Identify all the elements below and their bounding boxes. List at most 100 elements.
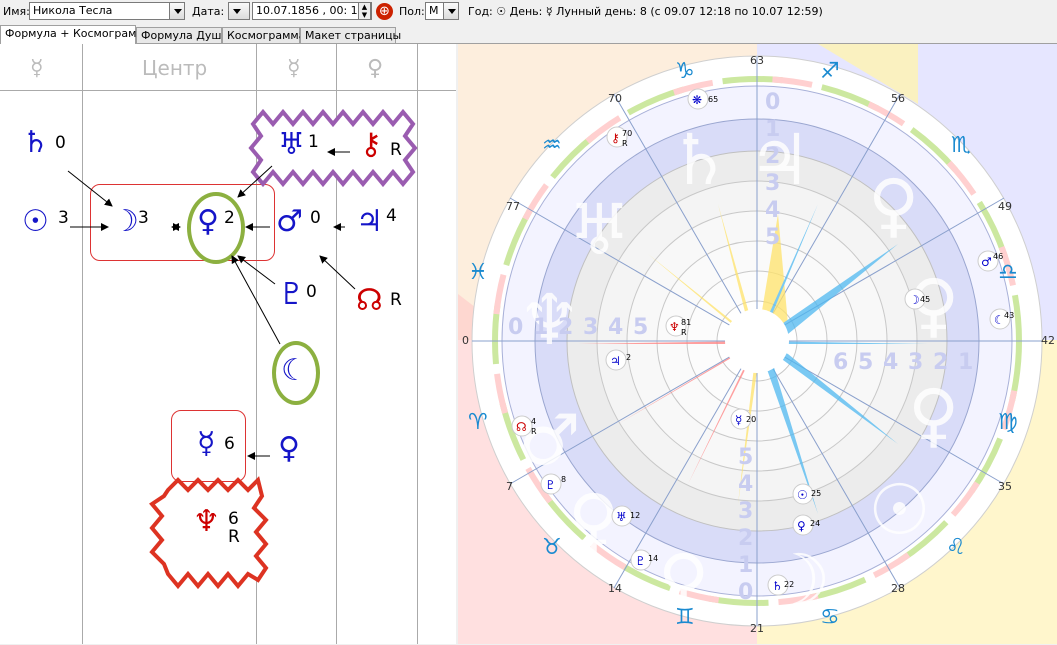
tab-soul-formula[interactable]: Формула Души: [136, 27, 229, 43]
svg-text:♄: ♄: [668, 119, 731, 201]
cancer-sign: ♋: [820, 605, 840, 630]
svg-text:2: 2: [626, 353, 631, 362]
scorpio-sign: ♏: [951, 133, 971, 158]
date-label: Дата:: [192, 5, 225, 18]
moon-glyph: ☽: [112, 204, 139, 239]
name-dropdown-button[interactable]: [169, 2, 185, 20]
svg-text:☽: ☽: [909, 293, 920, 307]
mars-value: 0: [310, 208, 321, 228]
svg-text:3: 3: [765, 171, 780, 196]
aries-sign: ♈: [468, 410, 488, 435]
svg-text:R: R: [622, 139, 628, 148]
svg-text:2: 2: [933, 350, 948, 375]
node-glyph: ☊: [356, 283, 383, 318]
calendar-dropdown-button[interactable]: [228, 2, 250, 20]
status-text: Год: ☉ День: ☿ Лунный день: 8 (с 09.07 1…: [468, 5, 823, 18]
svg-text:5: 5: [738, 445, 753, 470]
svg-text:☉: ☉: [868, 469, 931, 551]
svg-text:43: 43: [1004, 311, 1014, 320]
date-spin-button[interactable]: ▲ ▼: [358, 2, 371, 20]
globe-icon[interactable]: ⊕: [376, 3, 393, 20]
pluto-glyph: ♇: [278, 277, 305, 312]
svg-text:6: 6: [833, 350, 848, 375]
neptune-retro: R: [228, 527, 240, 547]
svg-text:♂: ♂: [981, 255, 992, 269]
svg-text:2: 2: [765, 144, 780, 169]
neptune-value: 6: [228, 509, 239, 529]
svg-text:♅: ♅: [616, 510, 627, 524]
chiron-retro: R: [390, 140, 402, 160]
svg-text:0: 0: [765, 90, 780, 115]
degree-label-56: 56: [891, 92, 905, 105]
degree-label-63: 63: [750, 54, 764, 67]
svg-text:♂: ♂: [518, 399, 581, 481]
uranus-value: 1: [308, 132, 319, 152]
svg-text:22: 22: [784, 580, 794, 589]
svg-text:5: 5: [765, 225, 780, 250]
svg-text:3: 3: [908, 350, 923, 375]
moon-value: 3: [138, 208, 149, 228]
svg-text:45: 45: [920, 295, 930, 304]
degree-label-70: 70: [608, 92, 622, 105]
cosmogram-chart: ♄ ♃ ♀♀ ♀☉ ♀♀ ♂♆ ♅☽ 012 345 654 321 012 34…: [458, 44, 1057, 644]
gender-label: Пол:: [399, 5, 425, 18]
degree-label-0: 0: [462, 334, 469, 347]
svg-text:R: R: [681, 328, 687, 337]
saturn-value: 0: [55, 133, 66, 153]
date-field[interactable]: 10.07.1856 , 00: 16: 17: [252, 2, 372, 20]
svg-text:2: 2: [738, 526, 753, 551]
svg-text:☿: ☿: [735, 413, 742, 427]
svg-text:24: 24: [810, 519, 820, 528]
svg-text:☉: ☉: [797, 488, 808, 502]
degree-label-14: 14: [608, 582, 622, 595]
tab-cosmogram[interactable]: Космограмма: [222, 27, 305, 43]
venus-glyph: ♀: [197, 204, 219, 239]
svg-text:3: 3: [738, 499, 753, 524]
degree-label-77: 77: [506, 200, 520, 213]
venus-secondary-glyph: ♀: [278, 431, 300, 466]
svg-text:♅: ♅: [568, 189, 631, 271]
degree-label-7: 7: [506, 480, 513, 493]
svg-text:20: 20: [746, 415, 756, 424]
svg-text:1: 1: [765, 117, 780, 142]
mercury-glyph: ☿: [197, 426, 216, 461]
pluto-value: 0: [306, 282, 317, 302]
svg-text:♆: ♆: [669, 320, 680, 334]
tab-bar: Формула + Космограмма Формула Души Космо…: [0, 25, 1057, 44]
tab-formula-cosmogram[interactable]: Формула + Космограмма: [0, 25, 151, 44]
svg-text:♃: ♃: [610, 354, 621, 368]
sagittarius-sign: ♐: [820, 59, 840, 84]
capricorn-sign: ♑: [675, 59, 695, 84]
leo-sign: ♌: [946, 535, 966, 560]
aquarius-sign: ♒: [542, 133, 562, 158]
svg-text:❋: ❋: [692, 93, 702, 107]
svg-text:81: 81: [681, 318, 691, 327]
svg-text:5: 5: [633, 315, 648, 340]
svg-text:♄: ♄: [772, 579, 783, 593]
jupiter-glyph: ♃: [356, 204, 383, 239]
tab-page-layout[interactable]: Макет страницы: [300, 27, 401, 43]
name-label: Имя:: [3, 5, 30, 18]
svg-text:♇: ♇: [635, 554, 646, 568]
svg-text:♀: ♀: [797, 519, 806, 533]
libra-sign: ♎: [998, 260, 1018, 285]
pisces-sign: ♓: [468, 260, 488, 285]
degree-label-28: 28: [891, 582, 905, 595]
virgo-sign: ♍: [998, 410, 1018, 435]
taurus-sign: ♉: [542, 535, 562, 560]
svg-text:♇: ♇: [545, 478, 556, 492]
uranus-glyph: ♅: [278, 127, 305, 162]
gender-dropdown-button[interactable]: [443, 2, 459, 20]
name-field[interactable]: Никола Тесла: [29, 2, 185, 20]
degree-label-42: 42: [1041, 334, 1055, 347]
svg-text:14: 14: [648, 554, 658, 563]
svg-text:1: 1: [738, 553, 753, 578]
svg-text:1: 1: [958, 350, 973, 375]
degree-label-35: 35: [998, 480, 1012, 493]
degree-label-21: 21: [750, 622, 764, 635]
venus-value: 2: [224, 208, 235, 228]
sun-glyph: ☉: [22, 204, 49, 239]
svg-text:3: 3: [583, 315, 598, 340]
cosmogram-panel: ♄ ♃ ♀ ♀ ♀ ☉ ♀ ♀ ♂ ♆ ♅ ☽ 012 345 654 321 012 34…: [458, 44, 1057, 644]
mars-glyph: ♂: [276, 204, 303, 239]
